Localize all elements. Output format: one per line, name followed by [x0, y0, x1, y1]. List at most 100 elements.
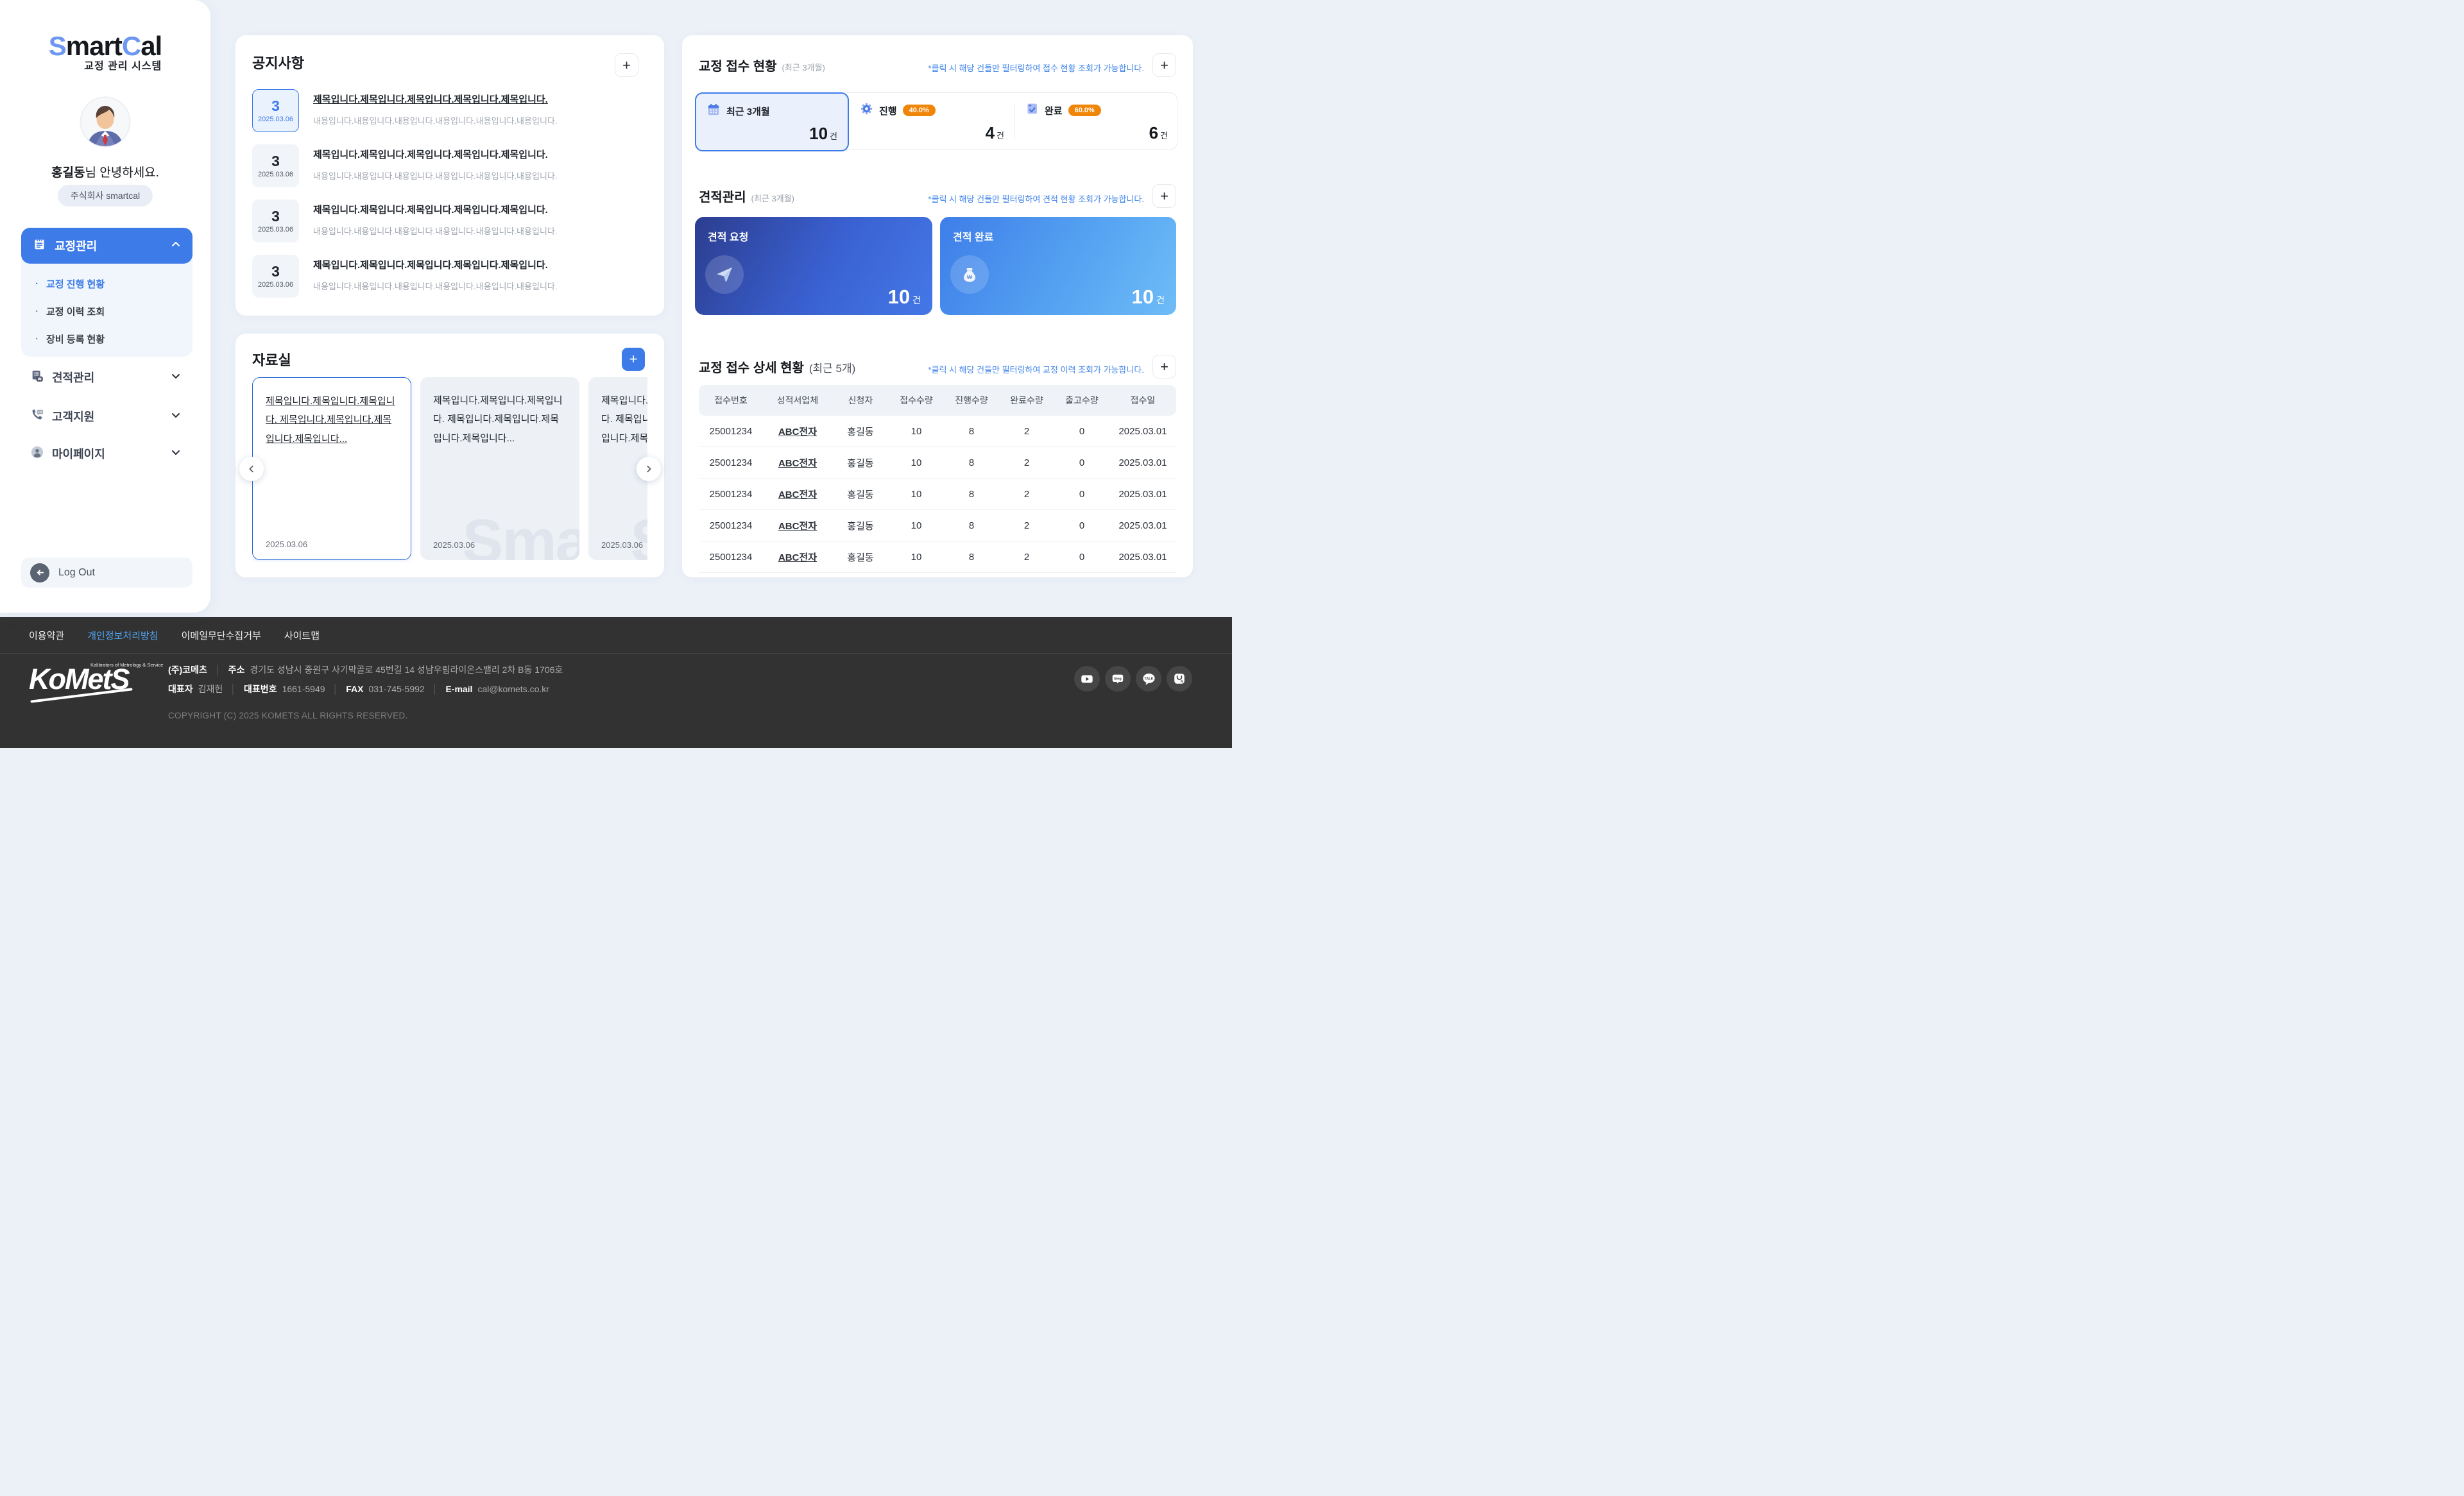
stat-card-recent-3-months[interactable]: 최근 3개월 10 건 — [695, 92, 849, 151]
notice-content: 내용입니다.내용입니다.내용입니다.내용입니다.내용입니다.내용입니다. — [313, 280, 557, 292]
divider: │ — [230, 684, 236, 694]
detail-title: 교정 접수 상세 현황 — [699, 357, 804, 376]
notice-date-box: 3 2025.03.06 — [252, 144, 299, 187]
notice-date-box: 3 2025.03.06 — [252, 89, 299, 132]
reception-stats: 최근 3개월 10 건 — [695, 92, 1177, 150]
svg-text:TALK: TALK — [1144, 677, 1153, 681]
resources-title: 자료실 — [252, 349, 291, 370]
notice-title[interactable]: 제목입니다.제목입니다.제목입니다.제목입니다.제목입니다. — [313, 258, 557, 271]
footer-contact-info: 대표자 김재헌 │ 대표번호 1661-5949 │ FAX 031-745-5… — [168, 683, 549, 695]
carousel-prev-button[interactable] — [239, 457, 264, 481]
reception-more-button[interactable]: + — [1152, 53, 1176, 77]
app-subtitle: 교정 관리 시스템 — [49, 62, 162, 72]
quotes-header: 견적관리 (최근 3개월) — [699, 187, 794, 205]
chevron-down-icon — [171, 447, 181, 461]
table-header: 접수번호 성적서업체 신청자 접수수량 진행수량 완료수량 출고수량 접수일 — [699, 385, 1176, 416]
notice-content: 내용입니다.내용입니다.내용입니다.내용입니다.내용입니다.내용입니다. — [313, 169, 557, 182]
naver-store-icon[interactable]: N — [1167, 666, 1192, 692]
footer-email-link[interactable]: cal@komets.co.kr — [477, 684, 549, 694]
bullet-icon: · — [35, 334, 38, 344]
notices-title: 공지사항 — [252, 52, 304, 72]
stat-value: 6 — [1149, 123, 1158, 143]
notice-item[interactable]: 3 2025.03.06 제목입니다.제목입니다.제목입니다.제목입니다.제목입… — [252, 144, 642, 189]
smartcal-dashboard: { "ui": { "plus": "+" }, "colors": { "ac… — [0, 0, 1232, 748]
sidebar-item-mypage[interactable]: 마이페이지 — [21, 438, 193, 469]
logout-arrow-icon — [30, 563, 49, 582]
quotes-title: 견적관리 — [699, 187, 746, 205]
certificate-company-link[interactable]: ABC전자 — [763, 456, 832, 470]
reception-header: 교정 접수 현황 (최근 3개월) — [699, 56, 825, 74]
notice-date-box: 3 2025.03.06 — [252, 200, 299, 242]
stat-value: 10 — [809, 124, 828, 144]
table-body: 25001234 ABC전자 홍길동 10 8 2 0 2025.03.01 2… — [699, 416, 1176, 573]
submenu-item-calibration-progress[interactable]: · 교정 진행 현황 — [35, 273, 186, 294]
quotes-more-button[interactable]: + — [1152, 184, 1176, 208]
reception-title: 교정 접수 현황 — [699, 56, 777, 74]
kakao-talk-icon[interactable]: TALK — [1136, 666, 1161, 692]
quote-complete-card[interactable]: 견적 완료 ₩ 10 건 — [940, 217, 1176, 315]
notices-panel: 공지사항 + 3 2025.03.06 제목입니다.제목입니다.제목입니다.제목… — [235, 35, 664, 316]
table-row[interactable]: 25001234 ABC전자 홍길동 10 8 2 0 2025.03.01 — [699, 479, 1176, 510]
avatar — [80, 96, 131, 148]
notice-title[interactable]: 제목입니다.제목입니다.제목입니다.제목입니다.제목입니다. — [313, 92, 557, 106]
footer-link-no-email[interactable]: 이메일무단수집거부 — [182, 629, 261, 642]
certificate-company-link[interactable]: ABC전자 — [763, 488, 832, 501]
chevron-down-icon — [171, 410, 181, 423]
detail-note: *클릭 시 해당 건들만 필터링하여 교정 이력 조회가 가능합니다. — [928, 363, 1144, 375]
submenu-item-equipment-registration[interactable]: · 장비 등록 현황 — [35, 328, 186, 350]
divider: │ — [215, 665, 221, 675]
svg-text:₩: ₩ — [967, 274, 973, 280]
quote-complete-count: 10 — [1132, 285, 1154, 309]
notice-content: 내용입니다.내용입니다.내용입니다.내용입니다.내용입니다.내용입니다. — [313, 114, 557, 126]
table-row[interactable]: 25001234 ABC전자 홍길동 10 8 2 0 2025.03.01 — [699, 416, 1176, 447]
divider: │ — [333, 684, 339, 694]
certificate-company-link[interactable]: ABC전자 — [763, 425, 832, 438]
resources-carousel: 제목입니다.제목입니다.제목입니다. 제목입니다.제목입니다.제목입니다.제목입… — [252, 376, 647, 562]
footer-link-terms[interactable]: 이용약관 — [29, 629, 64, 642]
watermark: Sma — [462, 506, 579, 560]
sidebar-item-calibration[interactable]: 교정관리 — [21, 228, 193, 264]
footer-link-privacy[interactable]: 개인정보처리방침 — [87, 629, 158, 642]
quotes-note: *클릭 시 해당 건들만 필터링하여 견적 현황 조회가 가능합니다. — [928, 192, 1144, 205]
sidebar-item-quotes[interactable]: ₩ 견적관리 — [21, 362, 193, 393]
sidebar-item-support[interactable]: 고객지원 — [21, 401, 193, 432]
table-row[interactable]: 25001234 ABC전자 홍길동 10 8 2 0 2025.03.01 — [699, 447, 1176, 479]
app-logo: SmartCal 교정 관리 시스템 — [0, 32, 210, 72]
notice-title[interactable]: 제목입니다.제목입니다.제목입니다.제목입니다.제목입니다. — [313, 148, 557, 161]
stat-card-in-progress[interactable]: 진행 40.0% 4 건 — [850, 93, 1014, 149]
footer-links: 이용약관 개인정보처리방침 이메일무단수집거부 사이트맵 — [0, 617, 1232, 654]
footer-link-sitemap[interactable]: 사이트맵 — [284, 629, 320, 642]
resources-panel: 자료실 + 제목입니다.제목입니다.제목입니다. 제목입니다.제목입니다.제목입… — [235, 334, 664, 577]
company-badge: 주식회사 smartcal — [58, 185, 153, 207]
notice-item[interactable]: 3 2025.03.06 제목입니다.제목입니다.제목입니다.제목입니다.제목입… — [252, 200, 642, 244]
notice-date-box: 3 2025.03.06 — [252, 255, 299, 298]
greeting: 홍길동님 안녕하세요. — [0, 163, 210, 180]
svg-text:blog: blog — [1114, 677, 1122, 681]
resource-card[interactable]: 제목입니다.제목입니다.제목입니다. 제목입니다.제목입니다.제목입니다.제목입… — [252, 377, 411, 560]
certificate-company-link[interactable]: ABC전자 — [763, 550, 832, 564]
certificate-company-link[interactable]: ABC전자 — [763, 519, 832, 532]
notice-item[interactable]: 3 2025.03.06 제목입니다.제목입니다.제목입니다.제목입니다.제목입… — [252, 89, 642, 134]
stat-value: 4 — [986, 123, 995, 143]
quote-request-card[interactable]: 견적 요청 10 건 — [695, 217, 932, 315]
resource-card[interactable]: 제목입니다.제목입니다.제목입니다. 제목입니다.제목입니다.제목입니다.제목입… — [420, 377, 579, 560]
naver-blog-icon[interactable]: blog — [1105, 666, 1131, 692]
carousel-next-button[interactable] — [637, 457, 661, 481]
detail-more-button[interactable]: + — [1152, 355, 1176, 378]
notice-item[interactable]: 3 2025.03.06 제목입니다.제목입니다.제목입니다.제목입니다.제목입… — [252, 255, 642, 300]
table-row[interactable]: 25001234 ABC전자 홍길동 10 8 2 0 2025.03.01 — [699, 510, 1176, 541]
table-row[interactable]: 25001234 ABC전자 홍길동 10 8 2 0 2025.03.01 — [699, 541, 1176, 573]
logout-button[interactable]: Log Out — [21, 557, 193, 588]
submenu-item-calibration-history[interactable]: · 교정 이력 조회 — [35, 300, 186, 322]
notice-title[interactable]: 제목입니다.제목입니다.제목입니다.제목입니다.제목입니다. — [313, 203, 557, 216]
svg-text:₩: ₩ — [38, 377, 42, 381]
social-links: blog TALK N — [1074, 666, 1192, 692]
svg-text:N: N — [1181, 680, 1183, 684]
stat-card-completed[interactable]: 완료 60.0% 6 건 — [1015, 93, 1178, 149]
paper-plane-icon — [705, 255, 744, 294]
sidebar: SmartCal 교정 관리 시스템 홍길동님 안녕하세요. 주식회사 smar… — [0, 0, 210, 613]
youtube-icon[interactable] — [1074, 666, 1100, 692]
resources-more-button[interactable]: + — [622, 348, 645, 371]
komets-tagline: Kalibrators of Metrology & Service — [90, 662, 163, 668]
notices-more-button[interactable]: + — [615, 53, 638, 77]
